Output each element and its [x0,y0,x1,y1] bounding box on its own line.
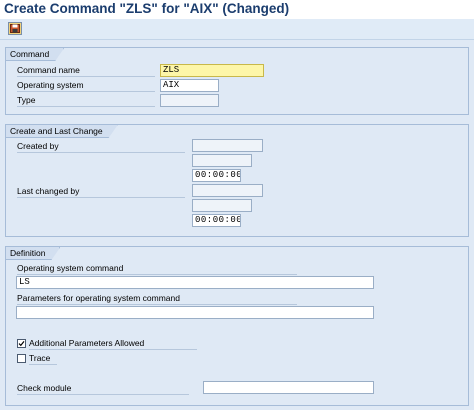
created-date-field[interactable] [192,154,252,167]
params-label: Parameters for operating system command [17,292,297,305]
title-bar: Create Command "ZLS" for "AIX" (Changed) [0,0,474,19]
created-by-label: Created by [17,140,185,153]
last-changed-time-field[interactable]: 00:00:00 [192,214,241,227]
operating-system-field[interactable]: AIX [160,79,219,92]
additional-params-checkbox[interactable] [17,339,26,348]
os-command-field[interactable]: LS [16,276,374,289]
type-field[interactable] [160,94,219,107]
checkmark-icon [18,341,25,347]
type-label: Type [17,94,155,107]
trace-checkbox[interactable] [17,354,26,363]
operating-system-label: Operating system [17,79,155,92]
definition-group: Definition Operating system command LS P… [5,246,469,406]
save-button[interactable] [8,22,22,35]
create-change-group: Create and Last Change Created by 00:00:… [5,124,469,237]
additional-params-label: Additional Parameters Allowed [29,337,197,350]
command-name-label: Command name [17,64,155,77]
window-title: Create Command "ZLS" for "AIX" (Changed) [4,1,290,16]
last-changed-by-field[interactable] [192,184,263,197]
main-content: Command Command name ZLS Operating syste… [0,40,474,410]
params-field[interactable] [16,306,374,319]
created-by-field[interactable] [192,139,263,152]
command-name-field[interactable]: ZLS [160,64,264,77]
trace-label: Trace [29,352,57,365]
definition-group-title: Definition [6,247,60,260]
os-command-label: Operating system command [17,262,297,275]
save-icon [10,24,20,33]
last-changed-by-label: Last changed by [17,185,185,198]
command-group-title: Command [6,48,64,61]
created-time-field[interactable]: 00:00:00 [192,169,241,182]
check-module-field[interactable] [203,381,374,394]
toolbar [0,19,474,40]
last-changed-date-field[interactable] [192,199,252,212]
create-change-group-title: Create and Last Change [6,125,118,138]
command-group: Command Command name ZLS Operating syste… [5,47,469,115]
check-module-label: Check module [17,382,189,395]
